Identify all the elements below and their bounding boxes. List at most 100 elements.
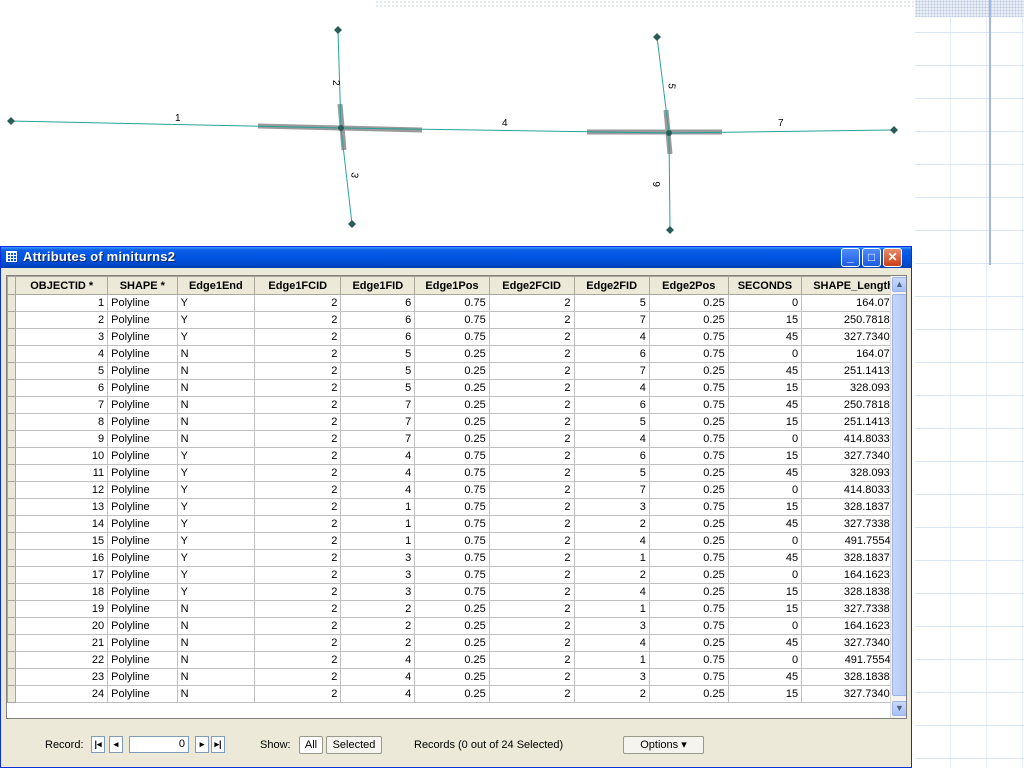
table-row[interactable]: 2 Polyline Y 2 6 0.75 2 7 0.25 15 250.781824	[7, 311, 906, 329]
table-cell[interactable]: N	[176, 345, 256, 363]
table-cell[interactable]: 7	[340, 413, 416, 431]
row-selector-header[interactable]	[7, 276, 17, 295]
table-cell[interactable]: N	[176, 617, 256, 635]
table-cell[interactable]: 1	[340, 515, 416, 533]
table-cell[interactable]: 0.25	[414, 396, 490, 414]
table-cell[interactable]: 17	[15, 566, 109, 584]
table-cell[interactable]: 0.25	[648, 685, 729, 703]
table-cell[interactable]: Polyline	[107, 498, 178, 516]
table-cell[interactable]: 13	[15, 498, 109, 516]
table-cell[interactable]: 0.75	[414, 583, 490, 601]
table-cell[interactable]: 15	[727, 447, 803, 465]
table-cell[interactable]: Y	[176, 532, 256, 550]
table-cell[interactable]: 45	[727, 515, 803, 533]
table-cell[interactable]: N	[176, 413, 256, 431]
table-row[interactable]: 9 Polyline N 2 7 0.25 2 4 0.75 0 414.803344	[7, 430, 906, 448]
table-cell[interactable]: 2	[488, 549, 575, 567]
close-button[interactable]: ✕	[883, 248, 902, 267]
table-cell[interactable]: 2	[488, 583, 575, 601]
table-cell[interactable]: 0.75	[648, 447, 729, 465]
table-cell[interactable]: 2	[254, 515, 342, 533]
table-cell[interactable]: Y	[176, 515, 256, 533]
table-cell[interactable]: Polyline	[107, 311, 178, 329]
table-cell[interactable]: 4	[573, 430, 650, 448]
table-cell[interactable]: 0.75	[648, 549, 729, 567]
table-cell[interactable]: 2	[254, 481, 342, 499]
table-cell[interactable]: 4	[340, 651, 416, 669]
row-selector[interactable]	[7, 634, 17, 652]
column-header[interactable]: SHAPE *	[107, 276, 178, 295]
table-cell[interactable]: 2	[488, 345, 575, 363]
table-cell[interactable]: Polyline	[107, 532, 178, 550]
row-selector[interactable]	[7, 447, 17, 465]
table-row[interactable]: 18 Polyline Y 2 3 0.75 2 4 0.25 15 328.183877	[7, 583, 906, 601]
column-header[interactable]: Edge1Pos	[414, 276, 490, 295]
table-cell[interactable]: Polyline	[107, 447, 178, 465]
table-cell[interactable]: 2	[488, 566, 575, 584]
table-cell[interactable]: 45	[727, 549, 803, 567]
column-header[interactable]: Edge1FCID	[254, 276, 342, 295]
table-cell[interactable]: 0.75	[414, 294, 490, 312]
table-cell[interactable]: 0.25	[648, 464, 729, 482]
table-cell[interactable]: 0.25	[414, 379, 490, 397]
row-selector[interactable]	[7, 413, 17, 431]
table-row[interactable]: 6 Polyline N 2 5 0.25 2 4 0.75 15 328.09362	[7, 379, 906, 397]
table-cell[interactable]: N	[176, 362, 256, 380]
map-view[interactable]: 1 2 3 4 5 6 7	[0, 0, 915, 245]
table-cell[interactable]: N	[176, 634, 256, 652]
table-cell[interactable]: 0.25	[414, 430, 490, 448]
options-button[interactable]: Options ▾	[623, 736, 704, 754]
table-cell[interactable]: 0.75	[648, 600, 729, 618]
table-cell[interactable]: 1	[340, 532, 416, 550]
table-cell[interactable]: N	[176, 600, 256, 618]
table-cell[interactable]: 2	[488, 532, 575, 550]
table-cell[interactable]: 0.75	[648, 617, 729, 635]
network-map[interactable]: 1 2 3 4 5 6 7	[0, 0, 915, 245]
row-selector[interactable]	[7, 498, 17, 516]
table-cell[interactable]: 0.75	[414, 515, 490, 533]
table-cell[interactable]: 2	[254, 379, 342, 397]
table-cell[interactable]: 4	[573, 379, 650, 397]
table-cell[interactable]: 3	[573, 498, 650, 516]
minimize-button[interactable]: _	[841, 248, 860, 267]
scroll-down-button[interactable]: ▼	[892, 701, 906, 716]
table-cell[interactable]: 2	[254, 498, 342, 516]
table-cell[interactable]: Y	[176, 566, 256, 584]
row-selector[interactable]	[7, 566, 17, 584]
table-cell[interactable]: 15	[15, 532, 109, 550]
table-cell[interactable]: 2	[488, 328, 575, 346]
table-cell[interactable]: 15	[727, 498, 803, 516]
table-cell[interactable]: 0	[727, 430, 803, 448]
table-cell[interactable]: 2	[573, 566, 650, 584]
table-cell[interactable]: Y	[176, 549, 256, 567]
table-cell[interactable]: 2	[254, 600, 342, 618]
table-cell[interactable]: 23	[15, 668, 109, 686]
table-cell[interactable]: 6	[340, 311, 416, 329]
table-row[interactable]: 3 Polyline Y 2 6 0.75 2 4 0.75 45 327.734065	[7, 328, 906, 346]
table-cell[interactable]: 0.25	[648, 532, 729, 550]
table-cell[interactable]: 8	[15, 413, 109, 431]
table-row[interactable]: 8 Polyline N 2 7 0.25 2 5 0.25 15 251.141379	[7, 413, 906, 431]
table-cell[interactable]: 20	[15, 617, 109, 635]
table-cell[interactable]: 2	[15, 311, 109, 329]
table-row[interactable]: 19 Polyline N 2 2 0.25 2 1 0.75 15 327.733847	[7, 600, 906, 618]
table-cell[interactable]: 5	[340, 362, 416, 380]
row-selector[interactable]	[7, 362, 17, 380]
table-cell[interactable]: Polyline	[107, 583, 178, 601]
table-row[interactable]: 14 Polyline Y 2 1 0.75 2 2 0.25 45 327.733847	[7, 515, 906, 533]
row-selector[interactable]	[7, 651, 17, 669]
row-selector[interactable]	[7, 294, 17, 312]
table-cell[interactable]: 4	[573, 634, 650, 652]
table-cell[interactable]: 24	[15, 685, 109, 703]
table-cell[interactable]: 2	[488, 379, 575, 397]
table-cell[interactable]: 2	[254, 345, 342, 363]
table-cell[interactable]: Polyline	[107, 617, 178, 635]
table-cell[interactable]: 11	[15, 464, 109, 482]
row-selector[interactable]	[7, 600, 17, 618]
table-cell[interactable]: N	[176, 379, 256, 397]
table-cell[interactable]: 4	[573, 328, 650, 346]
table-cell[interactable]: 2	[254, 651, 342, 669]
table-cell[interactable]: 0.25	[648, 634, 729, 652]
table-cell[interactable]: 0.75	[648, 379, 729, 397]
table-cell[interactable]: 0.25	[648, 481, 729, 499]
